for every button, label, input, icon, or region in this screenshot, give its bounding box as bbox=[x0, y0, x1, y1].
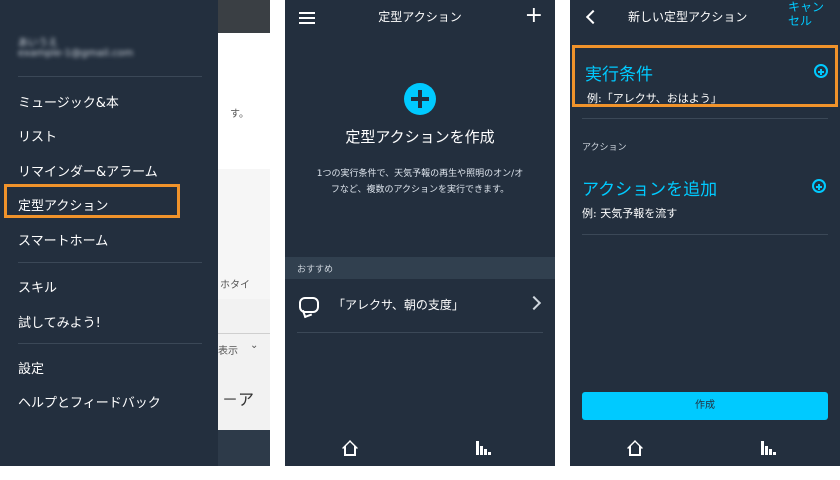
page-title: 新しい定型アクション bbox=[628, 10, 748, 24]
drawer-divider bbox=[18, 343, 202, 344]
background-text-tai: ホタイ bbox=[220, 280, 250, 291]
condition-example: 例:「アレクサ、おはよう」 bbox=[587, 92, 722, 105]
drawer-divider bbox=[18, 76, 202, 77]
menu-item-skills[interactable]: スキル bbox=[18, 277, 57, 296]
panel-drawer: す。 ホタイ 表示 ⌄ －ア あいうえ example-1@gmail.com … bbox=[0, 0, 270, 466]
background-text-hyouji: 表示 bbox=[218, 346, 238, 357]
account-name: あいうえ bbox=[18, 38, 58, 49]
recommended-routine-label: 「アレクサ、朝の支度」 bbox=[333, 298, 464, 312]
cancel-button[interactable]: キャンセル bbox=[788, 0, 834, 28]
navigation-drawer: あいうえ example-1@gmail.com ミュージック&本 リスト リマ… bbox=[0, 0, 218, 466]
condition-title: 実行条件 bbox=[585, 65, 653, 85]
list-item-recommended-routine[interactable]: 「アレクサ、朝の支度」 bbox=[285, 280, 555, 332]
add-condition-icon[interactable] bbox=[814, 64, 828, 78]
circle-plus-icon[interactable] bbox=[404, 83, 436, 115]
background-topbar bbox=[218, 0, 270, 33]
section-divider bbox=[582, 118, 828, 119]
chevron-down-icon: ⌄ bbox=[250, 340, 259, 351]
action-section-label: アクション bbox=[582, 143, 627, 153]
panel-routines: 定型アクション + 定型アクションを作成 1つの実行条件で、天気予報の再生や照明… bbox=[285, 0, 555, 466]
panel-new-routine: 新しい定型アクション キャンセル 実行条件 例:「アレクサ、おはよう」 アクショ… bbox=[570, 0, 840, 466]
menu-item-lists[interactable]: リスト bbox=[18, 126, 57, 145]
page-title: 定型アクション bbox=[378, 10, 462, 24]
drawer-divider bbox=[18, 262, 202, 263]
chevron-right-icon bbox=[526, 295, 542, 311]
background-text-a: －ア bbox=[222, 390, 255, 409]
plus-icon[interactable]: + bbox=[525, 5, 543, 27]
create-button[interactable]: 作成 bbox=[582, 392, 828, 420]
list-divider bbox=[297, 332, 543, 333]
account-email: example-1@gmail.com bbox=[18, 48, 134, 59]
background-text-su: す。 bbox=[230, 109, 249, 120]
menu-item-reminders-alarms[interactable]: リマインダー&アラーム bbox=[18, 161, 158, 180]
bar-chart-icon[interactable] bbox=[476, 441, 492, 455]
top-bar: 定型アクション + bbox=[285, 0, 555, 33]
background-bottom bbox=[218, 430, 270, 466]
menu-item-routines[interactable]: 定型アクション bbox=[18, 195, 108, 214]
menu-item-smart-home[interactable]: スマートホーム bbox=[18, 230, 108, 249]
home-icon[interactable] bbox=[627, 440, 643, 456]
menu-item-settings[interactable]: 設定 bbox=[18, 358, 44, 377]
add-action-title[interactable]: アクションを追加 bbox=[582, 175, 717, 200]
bar-chart-icon[interactable] bbox=[761, 441, 777, 455]
add-action-icon[interactable] bbox=[812, 179, 826, 193]
speech-bubble-icon bbox=[299, 297, 319, 313]
menu-item-music-books[interactable]: ミュージック&本 bbox=[18, 92, 119, 111]
section-divider bbox=[582, 234, 828, 235]
recommend-label: おすすめ bbox=[297, 265, 334, 275]
background-app: す。 ホタイ 表示 ⌄ －ア bbox=[218, 0, 270, 466]
chevron-left-icon[interactable] bbox=[585, 9, 601, 25]
condition-section[interactable]: 実行条件 例:「アレクサ、おはよう」 bbox=[572, 45, 838, 107]
create-routine-title: 定型アクションを作成 bbox=[345, 128, 495, 146]
background-divider bbox=[218, 333, 270, 334]
action-example: 例: 天気予報を流す bbox=[582, 207, 678, 220]
create-routine-description: 1つの実行条件で、天気予報の再生や照明のオン/オフなど、複数のアクションを実行で… bbox=[316, 169, 524, 195]
menu-item-try[interactable]: 試してみよう! bbox=[18, 312, 101, 331]
home-icon[interactable] bbox=[342, 440, 358, 456]
background-content: す。 bbox=[218, 33, 270, 169]
menu-item-help-feedback[interactable]: ヘルプとフィードバック bbox=[18, 392, 161, 411]
top-bar: 新しい定型アクション キャンセル bbox=[570, 0, 840, 33]
